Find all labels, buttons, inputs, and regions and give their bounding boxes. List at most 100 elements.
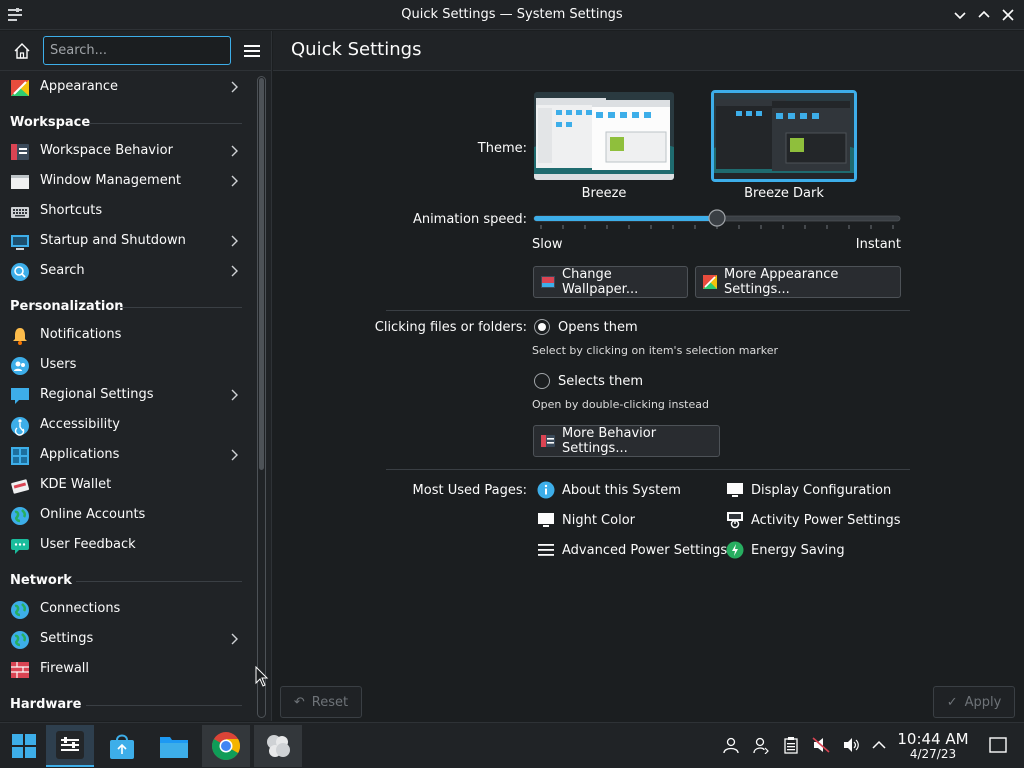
apply-button[interactable]: ✓ Apply [933, 686, 1015, 718]
energy-icon [726, 541, 744, 559]
sidebar-item-label: Settings [40, 631, 94, 646]
about-this-system-link[interactable]: About this System [537, 481, 681, 499]
volume-icon[interactable] [842, 736, 860, 754]
clock-date: 4/27/23 [909, 747, 957, 761]
close-button[interactable] [999, 6, 1017, 24]
audio-muted-icon[interactable] [812, 736, 830, 754]
chevron-right-icon [231, 389, 238, 401]
opens-them-hint: Select by clicking on item's selection m… [532, 344, 778, 357]
launcher-icon [12, 734, 36, 758]
taskbar-chrome[interactable] [202, 725, 250, 767]
sidebar-item-regional-settings[interactable]: Regional Settings [0, 380, 252, 410]
sidebar-item-label: Users [40, 357, 77, 372]
theme-breeze-dark-caption[interactable]: Breeze Dark [704, 186, 864, 201]
chevron-up-icon[interactable] [870, 736, 888, 754]
sidebar: Appearance Workspace Workspace Behavior … [0, 31, 272, 721]
reset-button[interactable]: ↶ Reset [280, 686, 362, 718]
hamburger-menu-icon[interactable] [240, 39, 264, 63]
theme-breeze-preview[interactable] [534, 92, 674, 180]
page-title: Quick Settings [291, 39, 422, 60]
taskbar-file-manager[interactable] [150, 725, 198, 767]
menu-lines-icon [538, 544, 554, 556]
sidebar-item-window-management[interactable]: Window Management [0, 166, 252, 196]
title-bar: Quick Settings — System Settings [0, 0, 1024, 30]
animation-speed-label: Animation speed: [412, 212, 527, 227]
activity-power-settings-link[interactable]: Activity Power Settings [726, 511, 901, 529]
advanced-power-settings-label: Advanced Power Settings [562, 542, 728, 558]
sidebar-item-users[interactable]: Users [0, 350, 252, 380]
sidebar-item-online-accounts[interactable]: Online Accounts [0, 500, 252, 530]
clock[interactable]: 10:44 AM 4/27/23 [893, 731, 973, 761]
animation-slow-label: Slow [532, 237, 563, 252]
home-icon[interactable] [10, 39, 34, 63]
sidebar-item-label: Workspace Behavior [40, 143, 173, 158]
window-icon [11, 175, 29, 189]
sidebar-item-appearance[interactable]: Appearance [0, 72, 252, 102]
sidebar-item-label: Connections [40, 601, 121, 616]
change-wallpaper-button[interactable]: Change Wallpaper... [533, 266, 688, 298]
sidebar-item-startup-shutdown[interactable]: Startup and Shutdown [0, 226, 252, 256]
night-color-label: Night Color [562, 512, 635, 528]
globe-icon [11, 507, 29, 525]
user-switch-icon[interactable] [752, 736, 770, 754]
opens-them-label[interactable]: Opens them [558, 320, 638, 335]
sidebar-item-notifications[interactable]: Notifications [0, 320, 252, 350]
theme-breeze-dark-preview[interactable] [711, 90, 857, 182]
taskbar-steam-app[interactable] [254, 725, 302, 767]
globe-icon [11, 631, 29, 649]
search-input[interactable] [43, 36, 231, 65]
chevron-right-icon [231, 235, 238, 247]
minimize-button[interactable] [951, 6, 969, 24]
category-divider [76, 581, 242, 582]
sidebar-item-firewall[interactable]: Firewall [0, 654, 252, 684]
workspace-behavior-icon [11, 144, 29, 160]
undo-icon: ↶ [293, 694, 305, 710]
opens-them-radio[interactable] [534, 319, 550, 335]
sidebar-item-network-settings[interactable]: Settings [0, 624, 252, 654]
breeze-thumbnail-image [534, 92, 674, 180]
wallet-icon [11, 479, 30, 494]
keyboard-icon [11, 207, 29, 218]
sidebar-item-applications[interactable]: Applications [0, 440, 252, 470]
breeze-dark-thumbnail-image [714, 93, 854, 179]
selects-them-radio[interactable] [534, 373, 550, 389]
maximize-button[interactable] [975, 6, 993, 24]
sidebar-item-search[interactable]: Search [0, 256, 252, 286]
display-configuration-link[interactable]: Display Configuration [726, 481, 891, 499]
sidebar-item-workspace-behavior[interactable]: Workspace Behavior [0, 136, 252, 166]
workspace-behavior-icon [541, 435, 555, 447]
startup-icon [11, 235, 29, 250]
theme-label: Theme: [477, 141, 527, 156]
energy-saving-link[interactable]: Energy Saving [726, 541, 845, 559]
more-appearance-settings-button[interactable]: More Appearance Settings... [695, 266, 901, 298]
sidebar-header [0, 31, 272, 71]
sidebar-scrollbar[interactable] [257, 76, 266, 718]
sidebar-item-user-feedback[interactable]: User Feedback [0, 530, 252, 560]
animation-speed-slider[interactable] [533, 208, 903, 232]
taskbar-discover[interactable] [98, 725, 146, 767]
taskbar-system-settings[interactable] [46, 725, 94, 767]
sidebar-item-kde-wallet[interactable]: KDE Wallet [0, 470, 252, 500]
clipboard-icon[interactable] [782, 736, 800, 754]
advanced-power-settings-link[interactable]: Advanced Power Settings [537, 541, 727, 559]
sidebar-item-accessibility[interactable]: Accessibility [0, 410, 252, 440]
scrollbar-thumb[interactable] [259, 78, 264, 470]
user-icon[interactable] [722, 736, 740, 754]
sidebar-item-label: Notifications [40, 327, 122, 342]
category-network: Network [10, 573, 72, 588]
more-behavior-settings-button[interactable]: More Behavior Settings... [533, 425, 720, 457]
night-color-link[interactable]: Night Color [537, 511, 635, 529]
reset-label: Reset [311, 694, 349, 710]
show-desktop-icon[interactable] [989, 736, 1007, 754]
accessibility-icon [11, 417, 29, 436]
section-divider [386, 469, 910, 470]
category-hardware: Hardware [10, 697, 82, 712]
selects-them-label[interactable]: Selects them [558, 374, 643, 389]
chevron-right-icon [231, 449, 238, 461]
energy-saving-label: Energy Saving [751, 542, 845, 558]
sidebar-item-connections[interactable]: Connections [0, 594, 252, 624]
sidebar-item-shortcuts[interactable]: Shortcuts [0, 196, 252, 226]
theme-breeze-caption[interactable]: Breeze [524, 186, 684, 201]
main-content: Quick Settings Theme: Breeze Breeze Dark… [273, 31, 1024, 721]
application-launcher-button[interactable] [0, 725, 48, 767]
